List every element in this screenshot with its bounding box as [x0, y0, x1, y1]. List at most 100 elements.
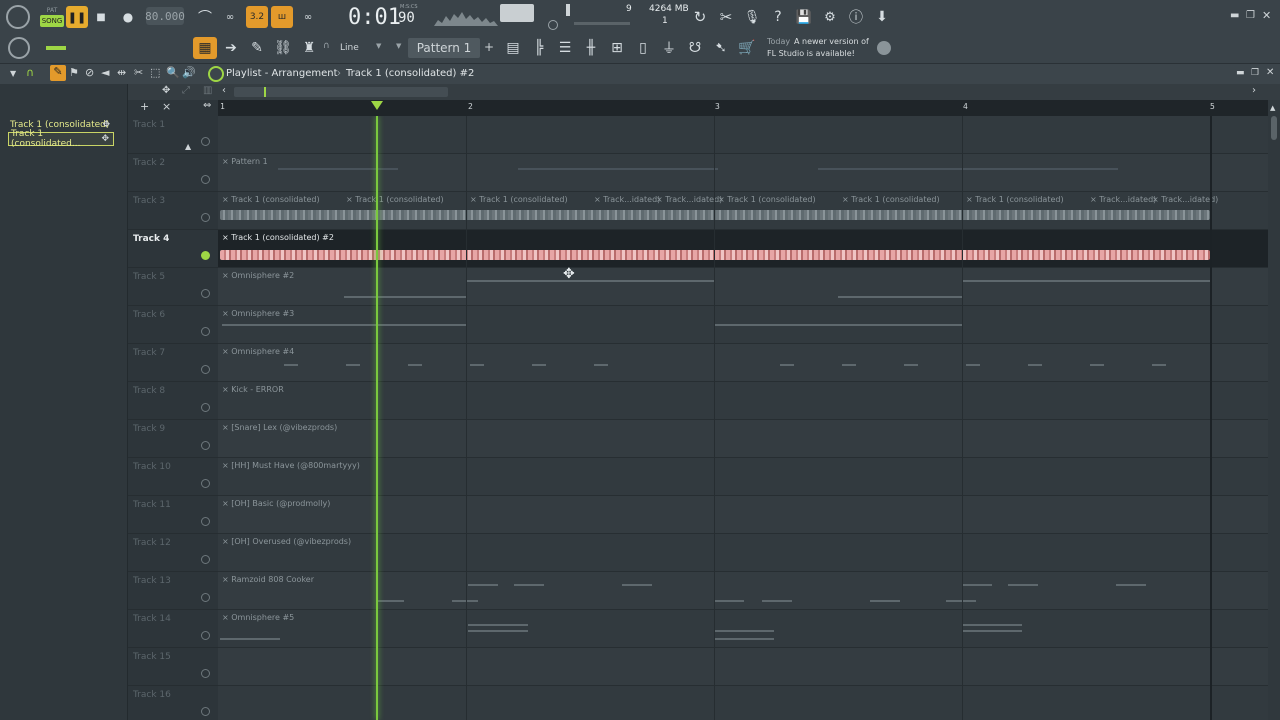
clip-label[interactable]: × [HH] Must Have (@800martyyy): [222, 461, 360, 470]
save-icon[interactable]: 💾: [793, 6, 815, 28]
slice-tool-icon[interactable]: ✂: [134, 66, 143, 79]
clip-label[interactable]: × Track...idated): [1152, 195, 1218, 204]
scroll-left-icon[interactable]: ‹: [222, 85, 226, 96]
track-mute-led[interactable]: [201, 213, 210, 222]
draw-tool-icon[interactable]: ✎: [50, 65, 66, 81]
channel-rack-icon[interactable]: ☰: [554, 37, 576, 59]
globe-icon[interactable]: [877, 41, 891, 55]
track-mute-led[interactable]: [201, 403, 210, 412]
clip-label[interactable]: × Track 1 (consolidated): [470, 195, 568, 204]
track-mute-led[interactable]: [201, 593, 210, 602]
mixer-view-icon[interactable]: ╫: [580, 37, 602, 59]
timeline-ruler[interactable]: 1 2 3 4 5: [218, 100, 1268, 116]
browser-icon[interactable]: ⊞: [606, 37, 628, 59]
time-display[interactable]: 0:01: [348, 3, 401, 31]
paint-tool-icon[interactable]: ⚑: [69, 66, 79, 79]
track-mute-led[interactable]: [201, 517, 210, 526]
add-pattern-icon[interactable]: +: [484, 40, 494, 54]
breadcrumb-clip[interactable]: Track 1 (consolidated) #2: [346, 68, 474, 79]
clip-label[interactable]: × Track 1 (consolidated): [346, 195, 444, 204]
track-mute-led[interactable]: [201, 251, 210, 260]
slip-tool-icon[interactable]: ⇹: [117, 66, 126, 79]
scroll-right-icon[interactable]: ›: [1252, 85, 1256, 96]
track-header[interactable]: Track 14: [128, 610, 218, 648]
record-button[interactable]: ●: [117, 6, 139, 28]
touch-controller-icon[interactable]: ☋: [684, 37, 706, 59]
track-mute-led[interactable]: [201, 707, 210, 716]
delete-tool-icon[interactable]: ⊘: [85, 66, 94, 79]
minimize-icon[interactable]: ▬: [1230, 10, 1239, 21]
picker-item-selected[interactable]: Track 1 (consolidated... ✥: [8, 129, 114, 149]
playlist-grid[interactable]: × Pattern 1 × Track 1 (consolidated) × T…: [218, 116, 1268, 720]
track-header[interactable]: Track 5: [128, 268, 218, 306]
piano-roll-icon[interactable]: ╠: [528, 37, 550, 59]
master-pitch-knob[interactable]: [548, 20, 558, 30]
options-icon[interactable]: ▼: [10, 69, 16, 78]
step-edit-icon[interactable]: ш: [271, 6, 293, 28]
main-menu-icon[interactable]: [6, 5, 30, 29]
picker-toggle-icon[interactable]: ▥: [203, 85, 212, 96]
track-header[interactable]: Track 11: [128, 496, 218, 534]
info-icon[interactable]: ⓘ: [845, 6, 867, 28]
remove-track-icon[interactable]: ×: [162, 100, 171, 113]
restore-icon[interactable]: ❐: [1246, 10, 1255, 21]
clip-label[interactable]: × Track...idated): [594, 195, 660, 204]
track-mute-led[interactable]: [201, 365, 210, 374]
playlist-close-icon[interactable]: ✕: [1266, 67, 1274, 78]
tempo-display[interactable]: 80.000: [145, 7, 185, 25]
vertical-zoom-icon[interactable]: ⤢: [182, 85, 190, 96]
chevron-down-icon[interactable]: ▼: [376, 42, 381, 50]
track-mute-led[interactable]: [201, 289, 210, 298]
clip-label[interactable]: × Track 1 (consolidated): [966, 195, 1064, 204]
track-header[interactable]: Track 3: [128, 192, 218, 230]
clip-label[interactable]: × Omnisphere #5: [222, 613, 294, 622]
shop-icon[interactable]: 🛒: [736, 37, 758, 59]
vertical-scrollbar[interactable]: ▲: [1268, 100, 1280, 720]
track-header[interactable]: Track 9: [128, 420, 218, 458]
wait-input-icon[interactable]: ∞: [219, 6, 241, 28]
download-icon[interactable]: ⬇: [871, 6, 893, 28]
track-header[interactable]: Track 16: [128, 686, 218, 720]
clip-label[interactable]: × Track...idated): [656, 195, 722, 204]
horizontal-zoom-icon[interactable]: ✥: [162, 85, 170, 96]
playback-tool-icon[interactable]: 🔊: [182, 66, 196, 79]
track-mute-led[interactable]: [201, 631, 210, 640]
pattern-selector[interactable]: Pattern 1: [408, 38, 480, 58]
scrollbar-thumb[interactable]: [1271, 116, 1277, 140]
undo-history-icon[interactable]: ↻: [689, 6, 711, 28]
track-mute-led[interactable]: [201, 479, 210, 488]
countdown-icon[interactable]: 3.2: [246, 6, 268, 28]
playlist-maximize-icon[interactable]: ❐: [1251, 68, 1259, 78]
metronome-icon[interactable]: ⌒: [194, 6, 216, 28]
track-header[interactable]: Track 7: [128, 344, 218, 382]
track-mute-led[interactable]: [201, 669, 210, 678]
add-track-icon[interactable]: +: [140, 100, 149, 113]
scroll-up-icon[interactable]: ▲: [1270, 104, 1275, 112]
wand-icon[interactable]: ➷: [710, 37, 732, 59]
master-volume-knob[interactable]: [8, 37, 30, 59]
clip-label[interactable]: × Pattern 1: [222, 157, 268, 166]
song-mode-button[interactable]: SONG: [40, 15, 64, 27]
clip-label[interactable]: × Omnisphere #2: [222, 271, 294, 280]
magnet-icon[interactable]: ∩: [323, 41, 330, 51]
hint-line-2[interactable]: FL Studio is available!: [767, 49, 855, 58]
playlist-minimize-icon[interactable]: ▬: [1236, 68, 1245, 78]
playhead-marker[interactable]: [371, 101, 383, 110]
clip-label[interactable]: × Kick - ERROR: [222, 385, 284, 394]
clip-label[interactable]: × [Snare] Lex (@vibezprods): [222, 423, 337, 432]
track-header[interactable]: Track 1 ▲: [128, 116, 218, 154]
close-icon[interactable]: ✕: [1262, 9, 1271, 22]
clip-label[interactable]: × [OH] Overused (@vibezprods): [222, 537, 351, 546]
mixer-icon[interactable]: ⚙: [819, 6, 841, 28]
collapse-icon[interactable]: ▲: [185, 142, 191, 151]
zoom-tool-icon[interactable]: 🔍: [166, 66, 180, 79]
clip-label[interactable]: × Track 1 (consolidated): [842, 195, 940, 204]
stop-button[interactable]: ■: [90, 6, 112, 28]
pause-button[interactable]: ❚❚: [66, 6, 88, 28]
track-header[interactable]: Track 2: [128, 154, 218, 192]
clip-label[interactable]: × Track...idated): [1090, 195, 1156, 204]
playlist-view-icon[interactable]: ▦: [193, 37, 217, 59]
stamp-icon[interactable]: ♜: [298, 37, 320, 59]
project-icon[interactable]: ▯: [632, 37, 654, 59]
arrow-icon[interactable]: ➔: [220, 37, 242, 59]
